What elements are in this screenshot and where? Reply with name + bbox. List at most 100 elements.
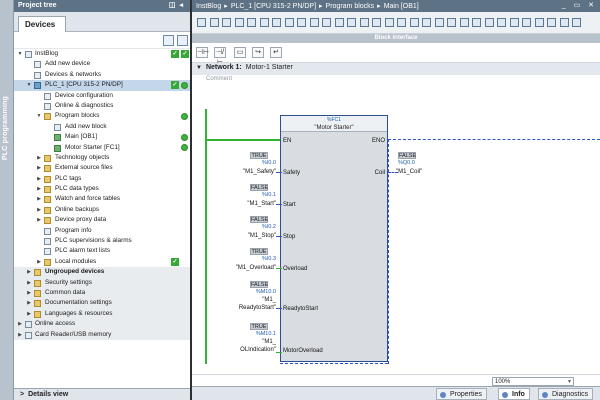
empty-box-icon[interactable]: ▭ [234, 47, 246, 58]
network-comment[interactable]: Comment [192, 75, 600, 87]
close-branch-icon[interactable]: ↵ [270, 47, 282, 58]
expand-arrow-icon[interactable]: ▶ [36, 257, 42, 267]
toolbar-button-icon[interactable] [297, 18, 306, 27]
tag-label[interactable]: "M1_Stop" [208, 233, 276, 239]
expand-arrow-icon[interactable]: ▶ [36, 174, 42, 184]
tab-diagnostics[interactable]: Diagnostics [538, 388, 594, 400]
toolbar-button-icon[interactable] [322, 18, 331, 27]
tree-item-program-info[interactable]: Program info [14, 226, 190, 236]
expand-arrow-icon[interactable]: ▶ [36, 215, 42, 225]
toolbar-button-icon[interactable] [497, 18, 506, 27]
tree-item-instblog[interactable]: ▼ InstBlog ✓ ✓ [14, 49, 190, 59]
breadcrumb-item[interactable]: Main [OB1] [384, 3, 419, 10]
zoom-select[interactable]: 100% ▼ [492, 377, 574, 386]
toolbar-button-icon[interactable] [247, 18, 256, 27]
nc-contact-icon[interactable]: ⊣/⊢ [214, 47, 226, 66]
toolbar-button-icon[interactable] [472, 18, 481, 27]
toolbar-button-icon[interactable] [209, 18, 219, 27]
tree-item-plc1[interactable]: ▼ PLC_1 [CPU 315-2 PN/DP] ✓ [14, 80, 190, 91]
toolbar-button-icon[interactable] [409, 18, 419, 27]
tree-item-online-access[interactable]: ▶ Online access [14, 319, 190, 330]
toolbar-button-icon[interactable] [547, 18, 556, 27]
tree-item-documentation-settings[interactable]: ▶ Documentation settings [14, 298, 190, 309]
tree-item-devices-networks[interactable]: Devices & networks [14, 70, 190, 80]
tab-properties[interactable]: Properties [436, 388, 487, 400]
toolbar-button-icon[interactable] [372, 18, 381, 27]
toolbar-button-icon[interactable] [459, 18, 469, 27]
tree-item-plc-data-types[interactable]: ▶ PLC data types [14, 184, 190, 194]
tag-label[interactable]: ReadytoStart" [208, 305, 276, 311]
toolbar-button-icon[interactable] [397, 18, 406, 27]
tree-item-security-settings[interactable]: ▶ Security settings [14, 277, 190, 288]
tab-info[interactable]: Info [498, 388, 530, 400]
toolbar-button-icon[interactable] [309, 18, 319, 27]
tag-label[interactable]: "M1_Safety" [208, 169, 276, 175]
toolbar-button-icon[interactable] [447, 18, 456, 27]
open-branch-icon[interactable]: ↪ [252, 47, 264, 58]
tree-item-watch-force-tables[interactable]: ▶ Watch and force tables [14, 194, 190, 204]
tree-item-card-reader[interactable]: ▶ Card Reader/USB memory [14, 329, 190, 340]
tag-label[interactable]: "M1_ [208, 339, 276, 345]
details-view-bar[interactable]: > Details view [14, 388, 190, 400]
tag-label[interactable]: OLIndication" [208, 347, 276, 353]
collapse-arrow-icon[interactable]: ▼ [26, 80, 32, 90]
tag-label[interactable]: "M1_Coil" [396, 169, 446, 175]
panel-pin-close-icon[interactable]: ◫◂ [169, 1, 187, 9]
tree-item-add-block[interactable]: Add new block [14, 122, 190, 132]
toolbar-button-icon[interactable] [284, 18, 294, 27]
tree-item-program-blocks[interactable]: ▼ Program blocks [14, 111, 190, 121]
toolbar-button-icon[interactable] [434, 18, 444, 27]
block-interface-bar[interactable]: Block interface [192, 34, 600, 43]
expand-arrow-icon[interactable]: ▶ [36, 153, 42, 163]
toolbar-button-icon[interactable] [384, 18, 394, 27]
tree-item-languages-resources[interactable]: ▶ Languages & resources [14, 308, 190, 320]
expand-arrow-icon[interactable]: ▶ [26, 298, 32, 308]
tree-item-ungrouped-devices[interactable]: ▶ Ungrouped devices [14, 267, 190, 278]
breadcrumb-item[interactable]: InstBlog [196, 3, 221, 10]
breadcrumb-item[interactable]: Program blocks [326, 3, 375, 10]
tree-item-local-modules[interactable]: ▶ Local modules ✓ [14, 257, 190, 267]
expand-arrow-icon[interactable]: ▶ [36, 163, 42, 173]
expand-arrow-icon[interactable]: ▶ [26, 309, 32, 319]
function-block-motor-starter[interactable]: %FC1 "Motor Starter" EN ENO Safety Start… [280, 115, 388, 362]
tree-item-technology-objects[interactable]: ▶ Technology objects [14, 153, 190, 163]
network-title[interactable]: Motor-1 Starter [246, 64, 293, 71]
tree-item-alarm-text-lists[interactable]: PLC alarm text lists [14, 246, 190, 256]
tree-item-supervisions-alarms[interactable]: PLC supervisions & alarms [14, 236, 190, 246]
expand-arrow-icon[interactable]: ▶ [36, 184, 42, 194]
toolbar-button-icon[interactable] [422, 18, 431, 27]
expand-arrow-icon[interactable]: ▶ [26, 288, 32, 298]
expand-arrow-icon[interactable]: > [20, 391, 24, 398]
tree-item-device-config[interactable]: Device configuration [14, 91, 190, 101]
toolbar-button-icon[interactable] [509, 18, 519, 27]
tree-item-external-sources[interactable]: ▶ External source files [14, 163, 190, 173]
toolbar-button-icon[interactable] [347, 18, 356, 27]
toolbar-button-icon[interactable] [484, 18, 494, 27]
toolbar-button-icon[interactable] [534, 18, 544, 27]
collapse-arrow-icon[interactable]: ▼ [17, 49, 23, 59]
tag-label[interactable]: "M1_Start" [208, 201, 276, 207]
window-controls-icon[interactable]: _ ▭ ✕ [562, 1, 597, 9]
tag-label[interactable]: "M1_ [208, 297, 276, 303]
toolbar-button-icon[interactable] [334, 18, 344, 27]
no-contact-icon[interactable]: ⊣⊢ [196, 47, 209, 58]
tree-item-plc-tags[interactable]: ▶ PLC tags [14, 174, 190, 184]
collapse-arrow-icon[interactable]: ▼ [36, 111, 42, 121]
tree-item-add-device[interactable]: Add new device [14, 59, 190, 69]
tree-item-online-backups[interactable]: ▶ Online backups [14, 205, 190, 215]
chevron-down-icon[interactable]: ▼ [567, 378, 572, 386]
tree-item-device-proxy[interactable]: ▶ Device proxy data [14, 215, 190, 225]
toolbar-button-icon[interactable] [559, 18, 569, 27]
expand-arrow-icon[interactable]: ▶ [36, 205, 42, 215]
tab-devices[interactable]: Devices [18, 16, 66, 32]
toolbar-button-icon[interactable] [259, 18, 269, 27]
toolbar-button-icon[interactable] [359, 18, 369, 27]
collapse-arrow-icon[interactable]: ▼ [196, 65, 202, 71]
tag-label[interactable]: "M1_Overload" [208, 265, 276, 271]
toolbar-button-icon[interactable] [234, 18, 244, 27]
toolbar-button-icon[interactable] [572, 18, 581, 27]
expand-arrow-icon[interactable]: ▶ [36, 194, 42, 204]
refresh-icon[interactable] [177, 35, 188, 46]
breadcrumb-item[interactable]: PLC_1 [CPU 315-2 PN/DP] [231, 3, 316, 10]
expand-arrow-icon[interactable]: ▶ [17, 330, 23, 340]
